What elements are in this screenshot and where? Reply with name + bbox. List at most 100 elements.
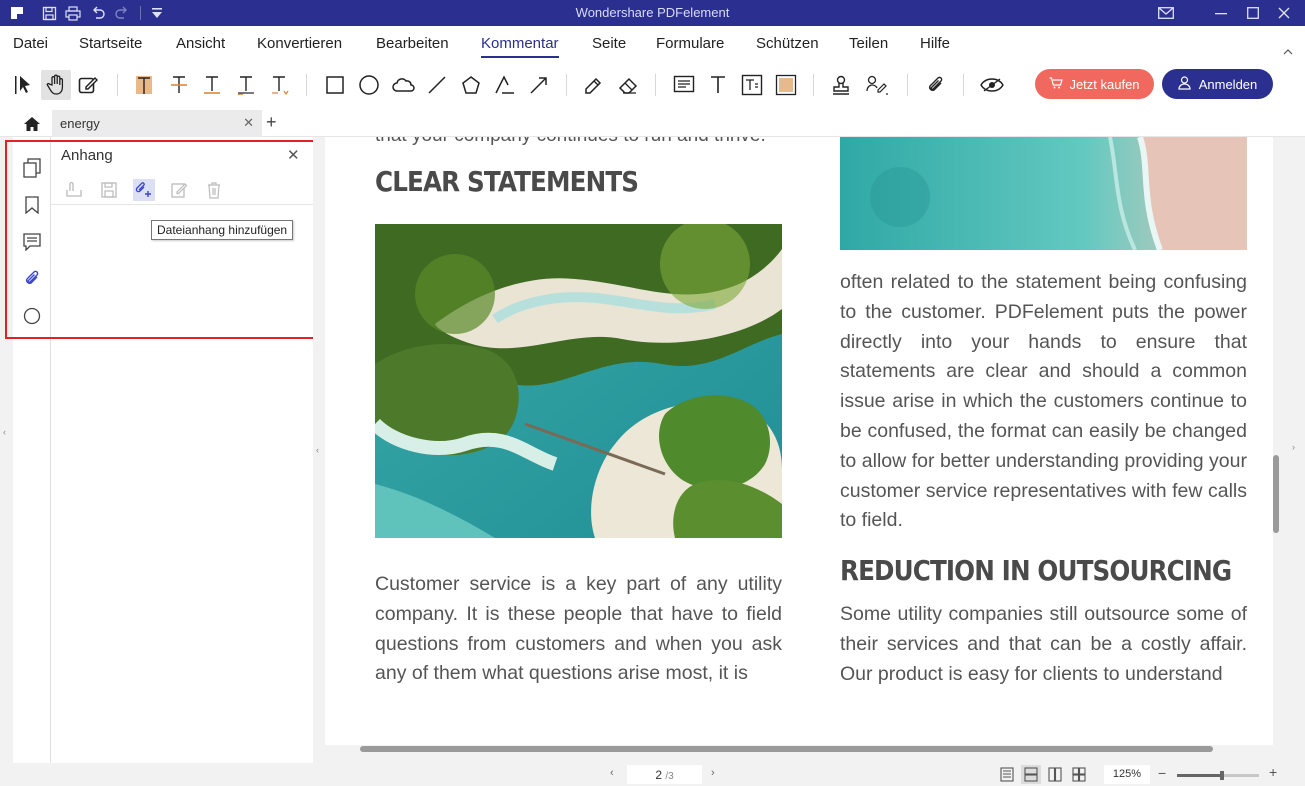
menu-kommentar[interactable]: Kommentar: [481, 35, 559, 58]
menu-konvertieren[interactable]: Konvertieren: [257, 35, 342, 52]
close-tab-icon[interactable]: ✕: [243, 115, 254, 131]
save-attachment-icon[interactable]: [98, 179, 120, 201]
pencil-icon[interactable]: [579, 70, 609, 100]
right-collapse-strip[interactable]: [1273, 137, 1305, 763]
signature-icon[interactable]: [862, 70, 892, 100]
menu-teilen[interactable]: Teilen: [849, 35, 888, 52]
typewriter-icon[interactable]: [703, 70, 733, 100]
highlight-icon[interactable]: [129, 70, 159, 100]
delete-attachment-icon[interactable]: [203, 179, 225, 201]
collapse-right-icon[interactable]: ›: [1292, 442, 1295, 452]
document-tab[interactable]: energy ✕: [52, 110, 262, 137]
horizontal-scrollbar[interactable]: [360, 746, 1213, 752]
menu-formulare[interactable]: Formulare: [656, 35, 724, 52]
menu-bearbeiten[interactable]: Bearbeiten: [376, 35, 449, 52]
menu-hilfe[interactable]: Hilfe: [920, 35, 950, 52]
minimize-icon[interactable]: [1212, 4, 1230, 22]
panel-splitter[interactable]: ‹: [313, 137, 325, 763]
attachment-icon[interactable]: [921, 70, 951, 100]
toolbar-separator: [813, 74, 814, 96]
total-pages: /3: [665, 771, 674, 782]
left-collapse-strip[interactable]: ‹: [0, 137, 13, 763]
toolbar-separator: [566, 74, 567, 96]
home-icon[interactable]: [14, 112, 50, 136]
note-icon[interactable]: [669, 70, 699, 100]
zoom-slider-handle[interactable]: [1220, 771, 1225, 780]
heading-clear-statements: CLEAR STATEMENTS: [375, 165, 639, 198]
maximize-icon[interactable]: [1244, 4, 1262, 22]
edit-attachment-icon[interactable]: [168, 179, 190, 201]
aerial-beach-photo: [840, 137, 1247, 250]
two-page-view-icon[interactable]: [1045, 765, 1065, 784]
panel-close-icon[interactable]: ✕: [287, 146, 300, 164]
paragraph-right-top: often related to the statement being con…: [840, 271, 1247, 532]
eraser-icon[interactable]: [613, 70, 643, 100]
oval-icon[interactable]: [354, 70, 384, 100]
stamp-icon[interactable]: [826, 70, 856, 100]
squiggly-icon[interactable]: [231, 70, 261, 100]
zoom-slider[interactable]: [1177, 771, 1259, 780]
close-window-icon[interactable]: [1275, 4, 1293, 22]
collapse-panel-icon[interactable]: ‹: [316, 445, 319, 455]
page-number-field[interactable]: 2 /3: [627, 765, 702, 784]
add-tab-icon[interactable]: +: [266, 112, 277, 133]
cloud-icon[interactable]: [388, 70, 418, 100]
menu-startseite[interactable]: Startseite: [79, 35, 142, 52]
rectangle-icon[interactable]: [320, 70, 350, 100]
window-title: Wondershare PDFelement: [575, 5, 730, 20]
menu-bar: Datei Startseite Ansicht Konvertieren Be…: [0, 26, 1305, 62]
toolbar-separator: [655, 74, 656, 96]
search-panel-icon[interactable]: [21, 305, 43, 327]
hand-icon[interactable]: [41, 70, 71, 100]
toolbar-separator: [306, 74, 307, 96]
arrow-icon[interactable]: [524, 70, 554, 100]
attachment-toolbar: [51, 177, 313, 205]
comment-toolbar: Jetzt kaufen Anmelden: [0, 62, 1305, 108]
continuous-view-icon[interactable]: [1021, 765, 1041, 784]
grid-view-icon[interactable]: [1069, 765, 1089, 784]
zoom-level-field[interactable]: 125%: [1104, 765, 1150, 784]
cart-icon: [1049, 76, 1064, 92]
menu-schuetzen[interactable]: Schützen: [756, 35, 819, 52]
strikethrough-icon[interactable]: [164, 70, 194, 100]
mail-icon[interactable]: [1157, 4, 1175, 22]
zoom-slider-fill: [1177, 774, 1223, 777]
paragraph-right-bottom: Some utility companies still outsource s…: [840, 603, 1247, 685]
thumbnails-icon[interactable]: [21, 157, 43, 179]
partial-text-line: that your company continues to run and t…: [375, 137, 766, 147]
area-highlight-icon[interactable]: [771, 70, 801, 100]
previous-page-icon[interactable]: ‹: [610, 767, 614, 779]
textbox-icon[interactable]: [737, 70, 767, 100]
menu-datei[interactable]: Datei: [13, 35, 48, 52]
vertical-scrollbar[interactable]: [1273, 455, 1279, 533]
attachments-panel-icon[interactable]: [21, 268, 43, 290]
bookmark-icon[interactable]: [21, 194, 43, 216]
underline-icon[interactable]: [197, 70, 227, 100]
user-icon: [1178, 75, 1191, 93]
add-attachment-icon[interactable]: [133, 179, 155, 201]
panel-title: Anhang: [61, 147, 113, 164]
polygon-icon[interactable]: [456, 70, 486, 100]
paragraph-left: Customer service is a key part of any ut…: [375, 573, 782, 685]
zoom-out-icon[interactable]: −: [1158, 765, 1166, 781]
collapse-left-icon[interactable]: ‹: [3, 427, 6, 437]
single-page-view-icon[interactable]: [997, 765, 1017, 784]
zoom-in-icon[interactable]: +: [1269, 764, 1277, 780]
document-tab-bar: energy ✕ +: [0, 108, 1305, 137]
polyline-icon[interactable]: [490, 70, 520, 100]
insert-text-icon[interactable]: [265, 70, 295, 100]
document-tab-name: energy: [60, 116, 100, 131]
login-button[interactable]: Anmelden: [1162, 69, 1273, 99]
buy-now-button[interactable]: Jetzt kaufen: [1035, 69, 1154, 99]
select-icon[interactable]: [9, 70, 39, 100]
comments-icon[interactable]: [21, 231, 43, 253]
hide-annotations-icon[interactable]: [977, 70, 1007, 100]
open-attachment-icon[interactable]: [63, 179, 85, 201]
menu-seite[interactable]: Seite: [592, 35, 626, 52]
line-icon[interactable]: [422, 70, 452, 100]
toolbar-separator: [907, 74, 908, 96]
next-page-icon[interactable]: ›: [711, 767, 715, 779]
menu-ansicht[interactable]: Ansicht: [176, 35, 225, 52]
collapse-ribbon-icon[interactable]: [1283, 42, 1293, 60]
edit-icon[interactable]: [73, 70, 103, 100]
